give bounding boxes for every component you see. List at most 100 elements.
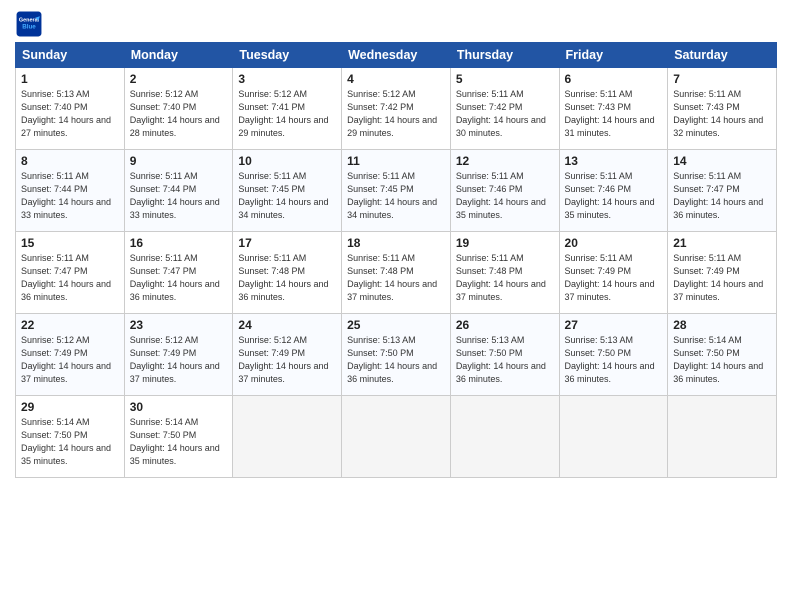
day-cell: 26 Sunrise: 5:13 AMSunset: 7:50 PMDaylig… [450,314,559,396]
day-cell: 3 Sunrise: 5:12 AMSunset: 7:41 PMDayligh… [233,68,342,150]
day-number: 20 [565,236,663,250]
day-cell: 18 Sunrise: 5:11 AMSunset: 7:48 PMDaylig… [342,232,451,314]
day-info: Sunrise: 5:13 AMSunset: 7:50 PMDaylight:… [347,335,437,384]
day-info: Sunrise: 5:11 AMSunset: 7:46 PMDaylight:… [456,171,546,220]
day-number: 23 [130,318,228,332]
day-number: 30 [130,400,228,414]
day-cell: 30 Sunrise: 5:14 AMSunset: 7:50 PMDaylig… [124,396,233,478]
week-row-5: 29 Sunrise: 5:14 AMSunset: 7:50 PMDaylig… [16,396,777,478]
day-number: 13 [565,154,663,168]
day-cell [450,396,559,478]
day-info: Sunrise: 5:12 AMSunset: 7:49 PMDaylight:… [130,335,220,384]
col-header-thursday: Thursday [450,43,559,68]
logo-icon: General Blue [15,10,43,38]
day-number: 27 [565,318,663,332]
day-cell [559,396,668,478]
header-row: SundayMondayTuesdayWednesdayThursdayFrid… [16,43,777,68]
day-info: Sunrise: 5:11 AMSunset: 7:48 PMDaylight:… [347,253,437,302]
day-cell: 1 Sunrise: 5:13 AMSunset: 7:40 PMDayligh… [16,68,125,150]
page: General Blue SundayMondayTuesdayWednesda… [0,0,792,612]
logo: General Blue [15,10,47,38]
day-number: 26 [456,318,554,332]
day-number: 17 [238,236,336,250]
calendar: SundayMondayTuesdayWednesdayThursdayFrid… [15,42,777,478]
day-number: 25 [347,318,445,332]
svg-text:Blue: Blue [22,24,36,31]
day-cell: 19 Sunrise: 5:11 AMSunset: 7:48 PMDaylig… [450,232,559,314]
day-info: Sunrise: 5:11 AMSunset: 7:45 PMDaylight:… [347,171,437,220]
day-number: 21 [673,236,771,250]
day-number: 1 [21,72,119,86]
day-info: Sunrise: 5:11 AMSunset: 7:45 PMDaylight:… [238,171,328,220]
day-info: Sunrise: 5:14 AMSunset: 7:50 PMDaylight:… [130,417,220,466]
day-cell: 24 Sunrise: 5:12 AMSunset: 7:49 PMDaylig… [233,314,342,396]
day-cell: 29 Sunrise: 5:14 AMSunset: 7:50 PMDaylig… [16,396,125,478]
day-info: Sunrise: 5:12 AMSunset: 7:49 PMDaylight:… [21,335,111,384]
day-cell: 2 Sunrise: 5:12 AMSunset: 7:40 PMDayligh… [124,68,233,150]
day-info: Sunrise: 5:13 AMSunset: 7:40 PMDaylight:… [21,89,111,138]
col-header-wednesday: Wednesday [342,43,451,68]
day-cell: 10 Sunrise: 5:11 AMSunset: 7:45 PMDaylig… [233,150,342,232]
day-cell: 17 Sunrise: 5:11 AMSunset: 7:48 PMDaylig… [233,232,342,314]
day-cell [233,396,342,478]
day-info: Sunrise: 5:11 AMSunset: 7:48 PMDaylight:… [238,253,328,302]
day-cell [668,396,777,478]
week-row-2: 8 Sunrise: 5:11 AMSunset: 7:44 PMDayligh… [16,150,777,232]
col-header-sunday: Sunday [16,43,125,68]
day-number: 12 [456,154,554,168]
day-cell: 9 Sunrise: 5:11 AMSunset: 7:44 PMDayligh… [124,150,233,232]
day-cell: 27 Sunrise: 5:13 AMSunset: 7:50 PMDaylig… [559,314,668,396]
day-cell: 23 Sunrise: 5:12 AMSunset: 7:49 PMDaylig… [124,314,233,396]
day-number: 9 [130,154,228,168]
day-cell: 15 Sunrise: 5:11 AMSunset: 7:47 PMDaylig… [16,232,125,314]
day-info: Sunrise: 5:11 AMSunset: 7:42 PMDaylight:… [456,89,546,138]
day-cell: 4 Sunrise: 5:12 AMSunset: 7:42 PMDayligh… [342,68,451,150]
day-number: 10 [238,154,336,168]
day-info: Sunrise: 5:14 AMSunset: 7:50 PMDaylight:… [673,335,763,384]
day-info: Sunrise: 5:12 AMSunset: 7:40 PMDaylight:… [130,89,220,138]
day-number: 8 [21,154,119,168]
day-info: Sunrise: 5:11 AMSunset: 7:48 PMDaylight:… [456,253,546,302]
day-number: 19 [456,236,554,250]
col-header-tuesday: Tuesday [233,43,342,68]
day-number: 4 [347,72,445,86]
day-info: Sunrise: 5:12 AMSunset: 7:41 PMDaylight:… [238,89,328,138]
day-cell: 13 Sunrise: 5:11 AMSunset: 7:46 PMDaylig… [559,150,668,232]
day-number: 6 [565,72,663,86]
day-info: Sunrise: 5:11 AMSunset: 7:43 PMDaylight:… [673,89,763,138]
col-header-monday: Monday [124,43,233,68]
day-number: 11 [347,154,445,168]
day-cell: 11 Sunrise: 5:11 AMSunset: 7:45 PMDaylig… [342,150,451,232]
day-info: Sunrise: 5:11 AMSunset: 7:43 PMDaylight:… [565,89,655,138]
header: General Blue [15,10,777,38]
day-info: Sunrise: 5:12 AMSunset: 7:49 PMDaylight:… [238,335,328,384]
day-info: Sunrise: 5:11 AMSunset: 7:47 PMDaylight:… [673,171,763,220]
day-number: 29 [21,400,119,414]
week-row-1: 1 Sunrise: 5:13 AMSunset: 7:40 PMDayligh… [16,68,777,150]
day-number: 7 [673,72,771,86]
day-cell: 8 Sunrise: 5:11 AMSunset: 7:44 PMDayligh… [16,150,125,232]
day-info: Sunrise: 5:11 AMSunset: 7:44 PMDaylight:… [130,171,220,220]
day-number: 28 [673,318,771,332]
day-cell: 16 Sunrise: 5:11 AMSunset: 7:47 PMDaylig… [124,232,233,314]
day-info: Sunrise: 5:11 AMSunset: 7:44 PMDaylight:… [21,171,111,220]
day-cell: 21 Sunrise: 5:11 AMSunset: 7:49 PMDaylig… [668,232,777,314]
col-header-saturday: Saturday [668,43,777,68]
day-number: 22 [21,318,119,332]
day-cell: 22 Sunrise: 5:12 AMSunset: 7:49 PMDaylig… [16,314,125,396]
day-info: Sunrise: 5:14 AMSunset: 7:50 PMDaylight:… [21,417,111,466]
day-info: Sunrise: 5:11 AMSunset: 7:47 PMDaylight:… [21,253,111,302]
day-cell: 14 Sunrise: 5:11 AMSunset: 7:47 PMDaylig… [668,150,777,232]
day-info: Sunrise: 5:11 AMSunset: 7:46 PMDaylight:… [565,171,655,220]
day-info: Sunrise: 5:11 AMSunset: 7:49 PMDaylight:… [673,253,763,302]
day-info: Sunrise: 5:11 AMSunset: 7:49 PMDaylight:… [565,253,655,302]
day-cell: 7 Sunrise: 5:11 AMSunset: 7:43 PMDayligh… [668,68,777,150]
col-header-friday: Friday [559,43,668,68]
day-number: 3 [238,72,336,86]
day-number: 14 [673,154,771,168]
day-info: Sunrise: 5:12 AMSunset: 7:42 PMDaylight:… [347,89,437,138]
day-number: 5 [456,72,554,86]
day-cell [342,396,451,478]
day-cell: 28 Sunrise: 5:14 AMSunset: 7:50 PMDaylig… [668,314,777,396]
day-number: 15 [21,236,119,250]
